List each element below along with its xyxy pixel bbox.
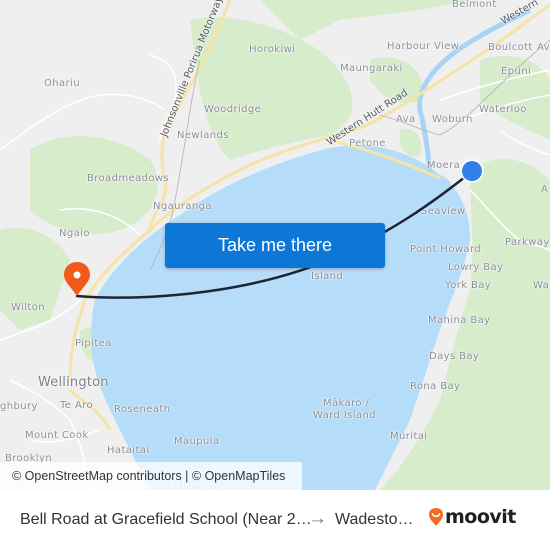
route-origin: Bell Road at Gracefield School (Near 2… (20, 511, 312, 528)
moovit-pin-icon (429, 508, 443, 526)
map-attribution: © OpenStreetMap contributors | © OpenMap… (0, 462, 302, 490)
map-canvas[interactable]: Belmont Harbour View Boulcott Epuni Horo… (0, 0, 550, 490)
route-footer: Bell Road at Gracefield School (Near 2… … (0, 490, 550, 550)
origin-marker[interactable] (460, 159, 484, 183)
route-destination: Wadesto… (335, 511, 414, 528)
moovit-wordmark: moovit (445, 506, 516, 528)
take-me-there-button[interactable]: Take me there (165, 223, 385, 268)
arrow-right-icon: → (308, 508, 327, 529)
destination-pin-icon[interactable] (64, 262, 90, 296)
moovit-logo[interactable]: moovit (428, 506, 516, 528)
